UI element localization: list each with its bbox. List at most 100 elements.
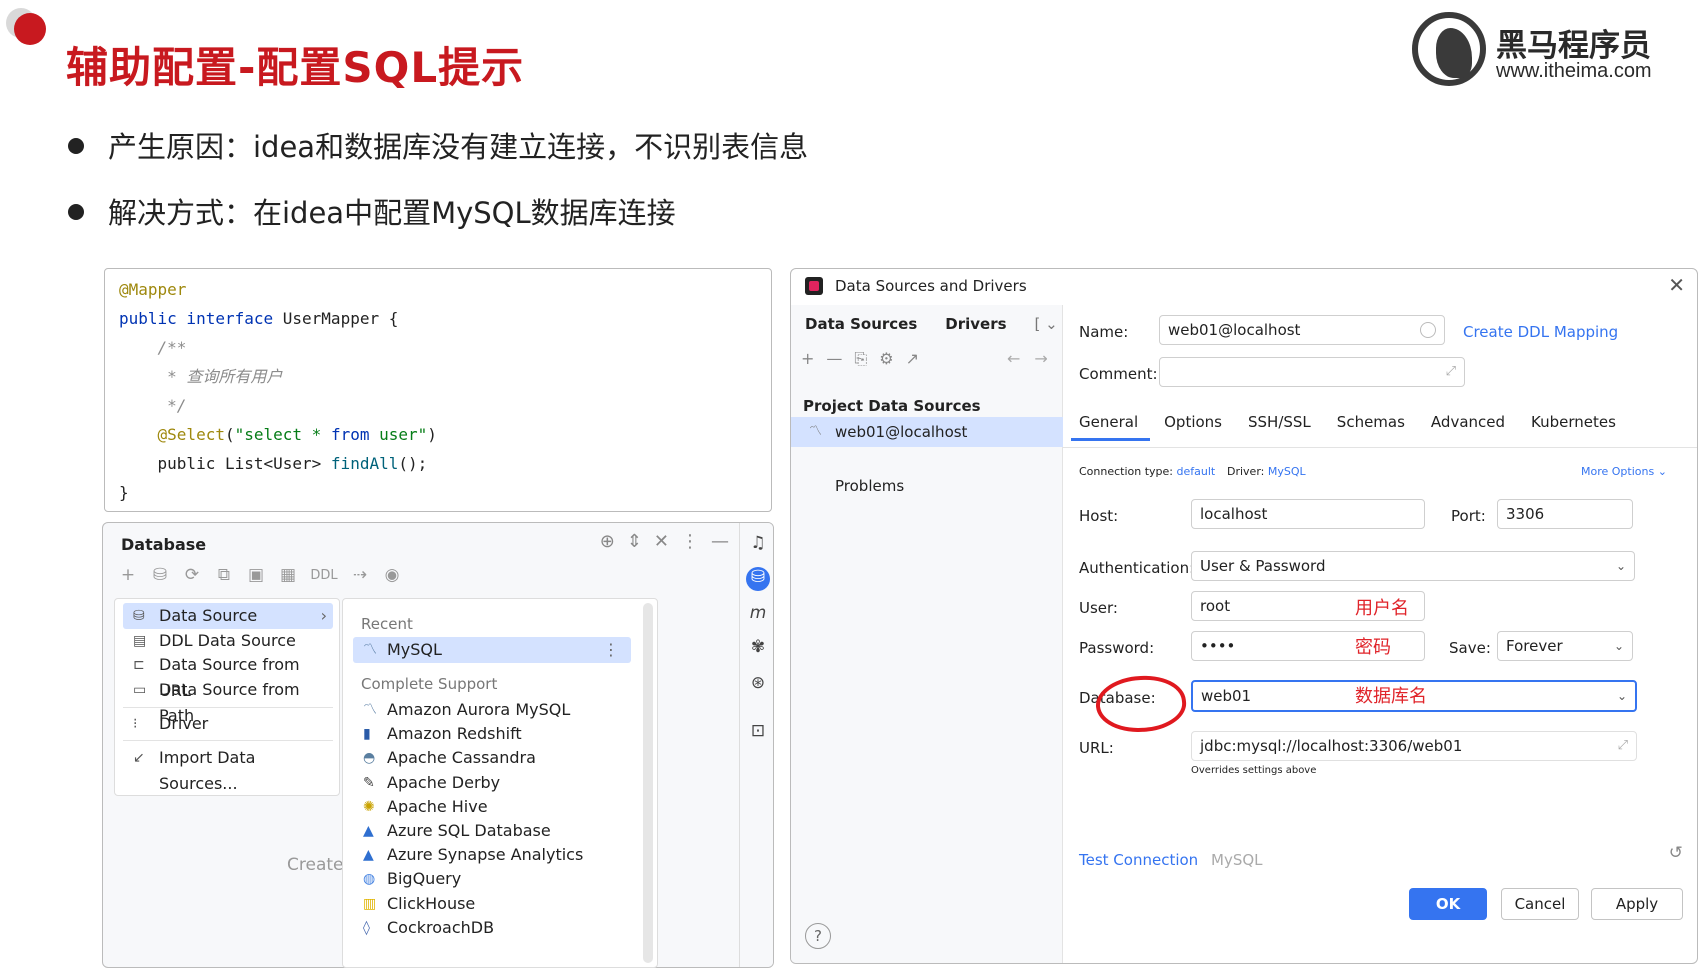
open-external-icon[interactable]: ↗	[906, 349, 919, 369]
apply-button[interactable]: Apply	[1591, 888, 1683, 920]
cockroach-icon: ◊	[363, 919, 370, 936]
target-icon[interactable]: ⊕	[600, 531, 615, 552]
close-icon[interactable]: ✕	[1668, 273, 1685, 297]
settings-icon[interactable]: ⚙	[879, 349, 893, 369]
sciview-icon[interactable]: ⊡	[746, 721, 770, 745]
database-icon[interactable]: ⛁	[746, 567, 770, 591]
cancel-button[interactable]: Cancel	[1501, 888, 1579, 920]
submenu-item[interactable]: ◓ Apache Cassandra	[353, 745, 631, 771]
more-options-icon[interactable]: ⋮	[681, 531, 699, 552]
tab-advanced[interactable]: Advanced	[1431, 413, 1505, 431]
menu-item-data-source-from-url[interactable]: ⊏ Data Source from URL	[123, 652, 333, 700]
console-icon[interactable]: ▣	[245, 565, 267, 585]
tab-ssh-ssl[interactable]: SSH/SSL	[1248, 413, 1311, 431]
code-line: * 查询所有用户	[119, 362, 757, 391]
bullet-dot-icon	[68, 204, 84, 220]
refresh-icon[interactable]: ⟳	[181, 565, 203, 585]
save-select[interactable]: Forever ⌄	[1497, 631, 1633, 661]
comment-field[interactable]: ⤢	[1159, 357, 1465, 387]
maven-icon[interactable]: m	[746, 603, 770, 627]
port-field[interactable]: 3306	[1497, 499, 1633, 529]
menu-item-data-source-from-path[interactable]: ▭ Data Source from Path	[123, 677, 333, 725]
help-icon[interactable]: ?	[805, 923, 831, 949]
more-options-icon[interactable]: ⋮	[603, 637, 619, 663]
menu-item-ddl-data-source[interactable]: ▤ DDL Data Source	[123, 628, 333, 654]
plugin-icon[interactable]: ✾	[746, 637, 770, 661]
tab-drivers[interactable]: Drivers	[945, 315, 1006, 333]
table-icon[interactable]: ▦	[277, 565, 299, 585]
notifications-icon[interactable]: ♫	[746, 533, 770, 557]
code-token: @Select	[119, 425, 225, 444]
authentication-label: Authentication:	[1079, 559, 1195, 577]
submenu-item[interactable]: ▥ ClickHouse	[353, 891, 631, 917]
submenu-item[interactable]: 〽 Amazon Aurora MySQL	[353, 697, 631, 723]
submenu-item[interactable]: ◊ CockroachDB	[353, 915, 631, 941]
submenu-item[interactable]: ◍ BigQuery	[353, 866, 631, 892]
submenu-item-label: MySQL	[387, 640, 442, 659]
menu-item-driver[interactable]: ⁝ Driver	[123, 711, 333, 737]
collapse-icon[interactable]: ✕	[654, 531, 669, 552]
annotation-username: 用户名	[1355, 598, 1409, 619]
duplicate-icon[interactable]: ⎘	[854, 349, 867, 369]
url-hint: Overrides settings above	[1191, 765, 1317, 776]
tab-general[interactable]: General	[1070, 413, 1151, 441]
submenu-item-label: Apache Cassandra	[387, 748, 536, 768]
menu-item-data-source[interactable]: ⛁ Data Source ›	[123, 603, 333, 629]
data-source-item-label: web01@localhost	[835, 423, 968, 441]
view-icon[interactable]: ◉	[381, 565, 403, 585]
tab-data-sources[interactable]: Data Sources	[805, 315, 917, 333]
connection-type-value[interactable]: default	[1177, 465, 1216, 478]
code-token: user"	[369, 425, 428, 444]
chevron-down-icon: ⌄	[1616, 689, 1627, 703]
tabs-divider	[1063, 447, 1697, 448]
logo-name: 黑马程序员	[1496, 28, 1651, 64]
submenu-item[interactable]: ▮ Amazon Redshift	[353, 721, 631, 747]
database-value: web01	[1201, 687, 1252, 705]
url-field[interactable]: jdbc:mysql://localhost:3306/web01 ⤢	[1191, 731, 1637, 761]
submenu-scrollbar[interactable]	[643, 603, 653, 963]
tab-schemas[interactable]: Schemas	[1337, 413, 1405, 431]
ok-button[interactable]: OK	[1409, 888, 1487, 920]
code-token: "select *	[234, 425, 331, 444]
jump-icon[interactable]: ⇢	[349, 565, 371, 585]
submenu-item[interactable]: ✺ Apache Hive	[353, 794, 631, 820]
host-field[interactable]: localhost	[1191, 499, 1425, 529]
expand-icon[interactable]: ⇕	[627, 531, 642, 552]
name-field[interactable]: web01@localhost	[1159, 315, 1445, 345]
ddl-button[interactable]: DDL	[309, 568, 339, 583]
color-circle-icon[interactable]	[1420, 322, 1436, 338]
brand-logo: 黑马程序员 www.itheima.com	[1412, 12, 1682, 86]
port-label: Port:	[1451, 507, 1486, 525]
tab-options[interactable]: Options	[1164, 413, 1222, 431]
create-ddl-mapping-link[interactable]: Create DDL Mapping	[1463, 323, 1618, 341]
remove-icon[interactable]: —	[826, 349, 842, 369]
undo-icon[interactable]: ↺	[1669, 843, 1683, 863]
add-icon[interactable]: +	[801, 349, 814, 369]
tab-kubernetes[interactable]: Kubernetes	[1531, 413, 1616, 431]
data-source-properties-icon[interactable]: ⛁	[149, 565, 171, 585]
menu-item-import-data-sources[interactable]: ↙ Import Data Sources...	[123, 745, 333, 793]
expand-field-icon[interactable]: ⤢	[1618, 732, 1628, 760]
minimize-icon[interactable]: —	[711, 531, 729, 552]
left-pane-toolbar: + — ⎘ ⚙ ↗	[801, 349, 919, 369]
add-icon[interactable]: +	[117, 565, 139, 585]
submenu-item-mysql[interactable]: 〽 MySQL ⋮	[353, 637, 631, 663]
submenu-item[interactable]: ▲ Azure SQL Database	[353, 818, 631, 844]
annotation-database-name: 数据库名	[1355, 686, 1427, 707]
more-options-link[interactable]: More Options ⌄	[1581, 465, 1667, 478]
comment-label: Comment:	[1079, 365, 1158, 383]
tabs-overflow-chevron-icon[interactable]: [ ⌄	[1035, 315, 1058, 333]
data-source-item-web01[interactable]: 〽 web01@localhost	[791, 417, 1063, 447]
code-token: public List<User>	[119, 454, 331, 473]
authentication-select[interactable]: User & Password ⌄	[1191, 551, 1635, 581]
forward-arrow-icon[interactable]: →	[1034, 349, 1047, 368]
test-connection-link[interactable]: Test Connection	[1079, 851, 1198, 869]
problems-item[interactable]: Problems	[835, 477, 904, 495]
ai-assistant-icon[interactable]: ⊛	[746, 673, 770, 697]
expand-field-icon[interactable]: ⤢	[1446, 358, 1456, 386]
back-arrow-icon[interactable]: ←	[1007, 349, 1020, 368]
submenu-item[interactable]: ✎ Apache Derby	[353, 770, 631, 796]
submenu-item[interactable]: ▲ Azure Synapse Analytics	[353, 842, 631, 868]
driver-value[interactable]: MySQL	[1268, 465, 1306, 478]
sync-icon[interactable]: ⧉	[213, 565, 235, 585]
